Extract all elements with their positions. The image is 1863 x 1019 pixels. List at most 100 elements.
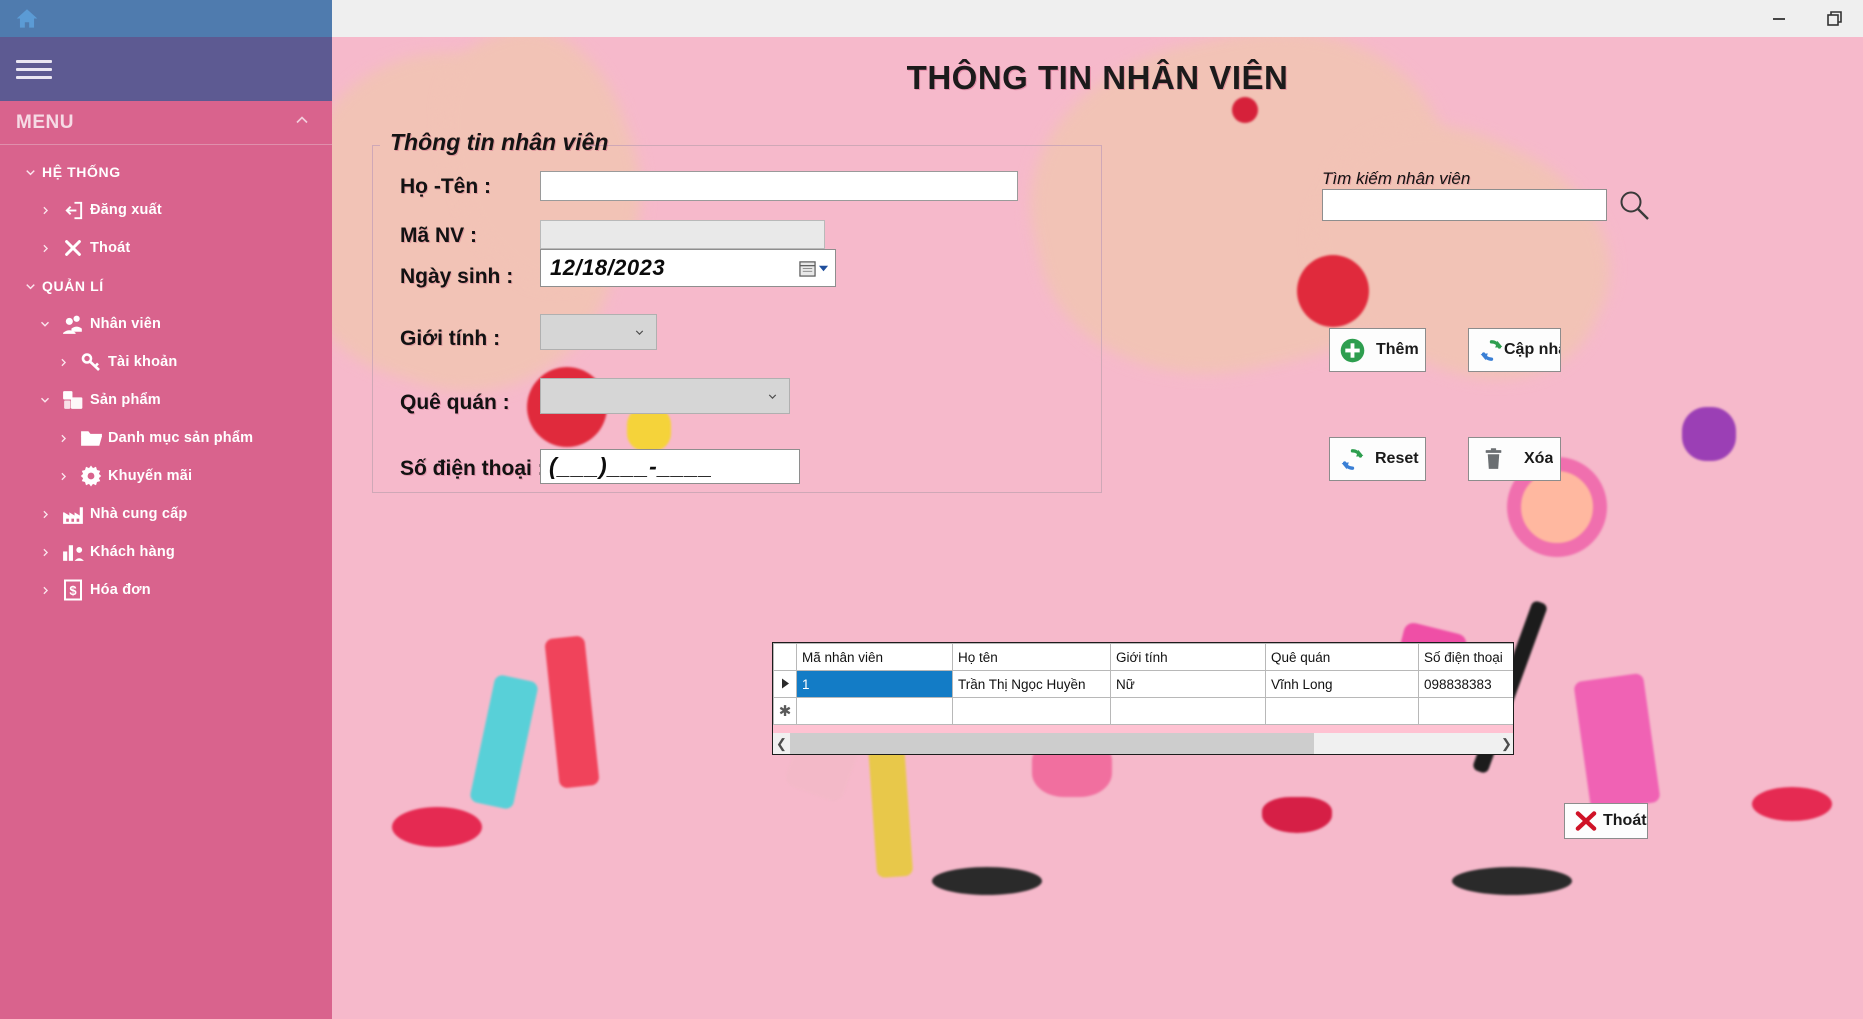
- folder-icon: [74, 426, 108, 451]
- datagrid-horizontal-scrollbar[interactable]: ❮ ❯: [773, 733, 1513, 754]
- cell-ma-nhan-vien[interactable]: [796, 697, 953, 725]
- gear-icon: [74, 464, 108, 488]
- chevron-down-icon: [18, 279, 42, 294]
- delete-button-label: Xóa: [1524, 450, 1554, 467]
- dob-label: Ngày sinh :: [400, 265, 514, 288]
- cell-ho-ten[interactable]: [952, 697, 1111, 725]
- restore-button[interactable]: [1807, 0, 1863, 37]
- window-titlebar: [332, 0, 1863, 37]
- sidebar-item-nhan-vien[interactable]: Nhân viên: [0, 305, 332, 343]
- gender-label: Giới tính :: [400, 327, 501, 350]
- home-icon[interactable]: [14, 6, 40, 32]
- minimize-button[interactable]: [1751, 0, 1807, 37]
- scrollbar-thumb[interactable]: [790, 733, 1314, 754]
- sidebar-item-tai-khoan[interactable]: Tài khoản: [0, 343, 332, 381]
- application-window: MENU HỆ THỐNG Đăng xuất Thoát QUẢN LÍ Nh…: [0, 0, 1863, 1019]
- sidebar-nav: HỆ THỐNG Đăng xuất Thoát QUẢN LÍ Nhân vi…: [0, 145, 332, 609]
- chevron-down-icon: [768, 393, 777, 399]
- page-title: THÔNG TIN NHÂN VIÊN: [906, 59, 1289, 96]
- sidebar-item-khach-hang[interactable]: Khách hàng: [0, 533, 332, 571]
- employee-datagrid[interactable]: Mã nhân viên Họ tên Giới tính Quê quán S…: [772, 642, 1514, 755]
- add-button[interactable]: Thêm: [1329, 328, 1426, 372]
- sidebar-item-label: Nhân viên: [90, 316, 162, 332]
- cell-so-dien-thoai[interactable]: 098838383: [1418, 670, 1513, 698]
- sidebar-item-nha-cung-cap[interactable]: Nhà cung cấp: [0, 495, 332, 533]
- update-button[interactable]: Cập nhật: [1468, 328, 1561, 372]
- cell-ma-nhan-vien[interactable]: 1: [796, 670, 953, 698]
- cell-so-dien-thoai[interactable]: [1418, 697, 1513, 725]
- table-row[interactable]: 1 Trần Thị Ngọc Huyền Nữ Vĩnh Long 09883…: [773, 670, 1513, 698]
- phone-input[interactable]: (___)___-____: [540, 449, 800, 484]
- sidebar-header: [0, 0, 332, 37]
- sidebar-item-thoat[interactable]: Thoát: [0, 229, 332, 267]
- sidebar-item-hoa-don[interactable]: $ Hóa đơn: [0, 571, 332, 609]
- refresh-icon: [1478, 337, 1505, 364]
- table-row[interactable]: ✱: [773, 697, 1513, 725]
- sidebar-item-label: HỆ THỐNG: [42, 164, 121, 180]
- reset-button-label: Reset: [1375, 450, 1419, 467]
- trash-icon: [1481, 447, 1506, 472]
- current-row-arrow: [773, 670, 797, 698]
- sidebar-item-label: Nhà cung cấp: [90, 506, 188, 522]
- column-header-so-dien-thoai[interactable]: Số điện thoại: [1418, 643, 1513, 671]
- chevron-down-icon: [34, 317, 56, 331]
- sidebar-item-label: QUẢN LÍ: [42, 278, 104, 294]
- calendar-icon[interactable]: [799, 260, 829, 277]
- datagrid-table: Mã nhân viên Họ tên Giới tính Quê quán S…: [773, 643, 1513, 725]
- hometown-select[interactable]: [540, 378, 790, 414]
- chevron-right-icon: [52, 432, 74, 445]
- cell-que-quan[interactable]: [1265, 697, 1419, 725]
- chevron-down-icon: [818, 265, 829, 271]
- chevron-left-icon[interactable]: ❮: [773, 733, 790, 754]
- red-x-icon: [1573, 808, 1599, 834]
- chevron-down-icon: [18, 165, 42, 180]
- code-input[interactable]: [540, 220, 825, 249]
- menu-header[interactable]: MENU: [0, 101, 332, 145]
- sidebar-item-danh-muc-san-pham[interactable]: Danh mục sản phẩm: [0, 419, 332, 457]
- search-button[interactable]: [1614, 185, 1654, 225]
- chevron-right-icon: [34, 584, 56, 597]
- hamburger-icon: [16, 55, 52, 84]
- dollar-doc-icon: $: [56, 578, 90, 602]
- chevron-down-icon: [635, 329, 644, 335]
- restore-icon: [1827, 10, 1842, 26]
- cell-que-quan[interactable]: Vĩnh Long: [1265, 670, 1419, 698]
- name-input[interactable]: [540, 171, 1018, 201]
- chevron-right-icon: [52, 470, 74, 483]
- column-header-ma-nhan-vien[interactable]: Mã nhân viên: [796, 643, 953, 671]
- column-header-gioi-tinh[interactable]: Giới tính: [1110, 643, 1266, 671]
- scrollbar-track[interactable]: [790, 733, 1498, 754]
- hometown-label: Quê quán :: [400, 391, 510, 414]
- groupbox-legend: Thông tin nhân viên: [390, 129, 609, 155]
- gender-select[interactable]: [540, 314, 657, 350]
- cell-gioi-tinh[interactable]: Nữ: [1110, 670, 1266, 698]
- chart-person-icon: [56, 540, 90, 565]
- cell-gioi-tinh[interactable]: [1110, 697, 1266, 725]
- chevron-up-icon[interactable]: [292, 110, 312, 135]
- reset-button[interactable]: Reset: [1329, 437, 1426, 481]
- column-header-que-quan[interactable]: Quê quán: [1265, 643, 1419, 671]
- cell-ho-ten[interactable]: Trần Thị Ngọc Huyền: [952, 670, 1111, 698]
- sidebar-toggle-button[interactable]: [0, 37, 332, 101]
- sidebar-item-san-pham[interactable]: Sản phẩm: [0, 381, 332, 419]
- phone-label: Số điện thoại :: [400, 457, 545, 480]
- search-input[interactable]: [1322, 189, 1607, 221]
- sidebar-item-khuyen-mai[interactable]: Khuyến mãi: [0, 457, 332, 495]
- delete-button[interactable]: Xóa: [1468, 437, 1561, 481]
- exit-button-label: Thoát: [1603, 812, 1647, 829]
- chevron-right-icon: [34, 242, 56, 255]
- logout-icon: [56, 199, 90, 222]
- dob-datepicker[interactable]: 12/18/2023: [540, 249, 836, 287]
- factory-icon: [56, 502, 90, 527]
- column-header-ho-ten[interactable]: Họ tên: [952, 643, 1111, 671]
- sidebar-group-he-thong[interactable]: HỆ THỐNG: [0, 153, 332, 191]
- sidebar-group-quan-li[interactable]: QUẢN LÍ: [0, 267, 332, 305]
- groupbox-top-border-left: [372, 145, 380, 146]
- sidebar-item-label: Khách hàng: [90, 544, 175, 560]
- add-button-label: Thêm: [1376, 341, 1419, 358]
- sidebar-item-dang-xuat[interactable]: Đăng xuất: [0, 191, 332, 229]
- boxes-icon: [56, 388, 90, 413]
- exit-button[interactable]: Thoát: [1564, 803, 1648, 839]
- chevron-right-icon[interactable]: ❯: [1498, 733, 1513, 754]
- sidebar-item-label: Thoát: [90, 240, 131, 256]
